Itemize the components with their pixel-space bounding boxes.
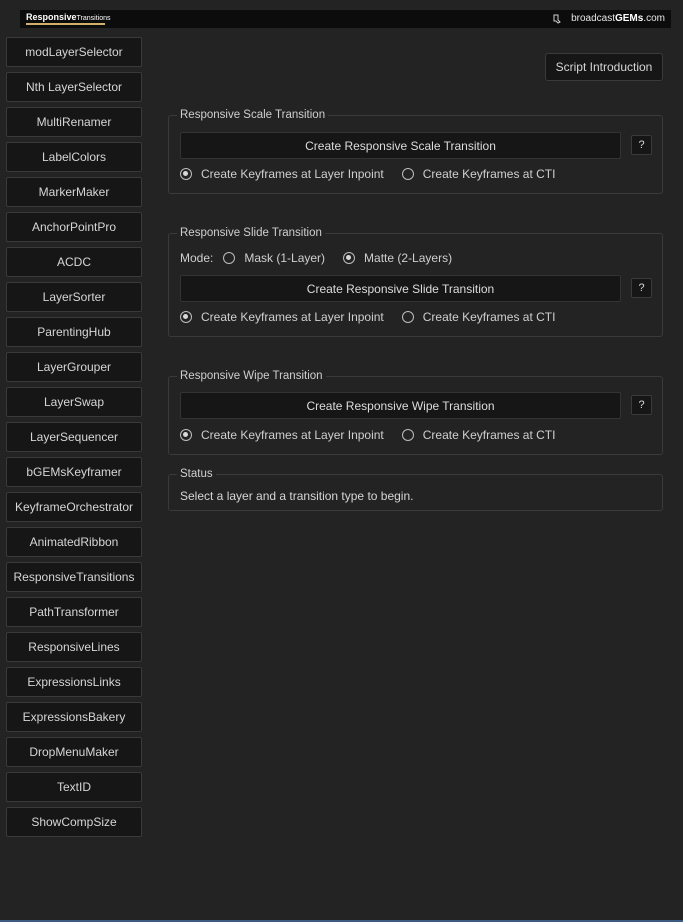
sidebar-button-nth-layerselector[interactable]: Nth LayerSelector xyxy=(6,72,142,102)
radio-label: Create Keyframes at CTI xyxy=(422,167,556,181)
sidebar-button-showcompsize[interactable]: ShowCompSize xyxy=(6,807,142,837)
radio-label: Create Keyframes at CTI xyxy=(422,310,556,324)
create-scale-transition-button[interactable]: Create Responsive Scale Transition xyxy=(180,132,621,159)
slide-inpoint-radio[interactable] xyxy=(180,311,192,323)
sidebar-button-expressionslinks[interactable]: ExpressionsLinks xyxy=(6,667,142,697)
radio-label: Mask (1-Layer) xyxy=(244,251,326,265)
sidebar-button-layersequencer[interactable]: LayerSequencer xyxy=(6,422,142,452)
sidebar-button-anchorpointpro[interactable]: AnchorPointPro xyxy=(6,212,142,242)
sidebar-button-modlayerselector[interactable]: modLayerSelector xyxy=(6,37,142,67)
mode-mask-radio[interactable] xyxy=(223,252,236,264)
sidebar-button-multirenamer[interactable]: MultiRenamer xyxy=(6,107,142,137)
slide-cti-radio[interactable] xyxy=(401,311,414,323)
wipe-cti-radio[interactable] xyxy=(401,429,414,441)
sidebar-button-responsivelines[interactable]: ResponsiveLines xyxy=(6,632,142,662)
sidebar-button-parentinghub[interactable]: ParentingHub xyxy=(6,317,142,347)
sidebar-button-bgemskeyframer[interactable]: bGEMsKeyframer xyxy=(6,457,142,487)
radio-label: Create Keyframes at Layer Inpoint xyxy=(201,310,384,324)
sidebar-button-acdc[interactable]: ACDC xyxy=(6,247,142,277)
sidebar-button-labelcolors[interactable]: LabelColors xyxy=(6,142,142,172)
create-wipe-transition-button[interactable]: Create Responsive Wipe Transition xyxy=(180,392,621,419)
wipe-keyframe-options: Create Keyframes at Layer Inpoint Create… xyxy=(180,428,573,442)
scale-cti-radio[interactable] xyxy=(401,168,414,180)
wipe-transition-panel: Responsive Wipe Transition Create Respon… xyxy=(168,369,663,455)
script-introduction-button[interactable]: Script Introduction xyxy=(545,53,663,81)
slide-transition-panel: Responsive Slide Transition Mode: Mask (… xyxy=(168,226,663,337)
sidebar-button-animatedribbon[interactable]: AnimatedRibbon xyxy=(6,527,142,557)
sidebar-button-expressionsbakery[interactable]: ExpressionsBakery xyxy=(6,702,142,732)
sidebar-button-textid[interactable]: TextID xyxy=(6,772,142,802)
mode-label: Mode: xyxy=(180,251,214,265)
panel-title: Responsive Slide Transition xyxy=(177,226,325,241)
panel-title: Responsive Scale Transition xyxy=(177,108,329,123)
scale-transition-panel: Responsive Scale Transition Create Respo… xyxy=(168,108,663,194)
sidebar-button-layergrouper[interactable]: LayerGrouper xyxy=(6,352,142,382)
gem-icon xyxy=(553,14,561,24)
status-panel: Status Select a layer and a transition t… xyxy=(168,467,663,511)
sidebar-button-pathtransformer[interactable]: PathTransformer xyxy=(6,597,142,627)
scale-keyframe-options: Create Keyframes at Layer Inpoint Create… xyxy=(180,167,573,181)
radio-label: Create Keyframes at Layer Inpoint xyxy=(201,428,384,442)
sidebar: modLayerSelector Nth LayerSelector MultiRe… xyxy=(6,37,142,842)
wipe-help-button[interactable]: ? xyxy=(631,395,652,415)
slide-help-button[interactable]: ? xyxy=(631,278,652,298)
radio-label: Create Keyframes at CTI xyxy=(422,428,556,442)
sidebar-button-keyframeorchestrator[interactable]: KeyframeOrchestrator xyxy=(6,492,142,522)
wipe-inpoint-radio[interactable] xyxy=(180,429,192,441)
slide-keyframe-options: Create Keyframes at Layer Inpoint Create… xyxy=(180,310,573,324)
mode-matte-radio[interactable] xyxy=(343,252,356,264)
sidebar-button-layersorter[interactable]: LayerSorter xyxy=(6,282,142,312)
header-bar: ResponsiveTransitions broadcast GEMs .com xyxy=(20,10,671,28)
radio-label: Matte (2-Layers) xyxy=(364,251,453,265)
sidebar-button-markermaker[interactable]: MarkerMaker xyxy=(6,177,142,207)
brand-link[interactable]: broadcast GEMs .com xyxy=(553,13,665,25)
panel-title: Responsive Wipe Transition xyxy=(177,369,326,384)
status-message: Select a layer and a transition type to … xyxy=(180,489,414,503)
sidebar-button-dropmenumaker[interactable]: DropMenuMaker xyxy=(6,737,142,767)
sidebar-button-responsivetransitions[interactable]: ResponsiveTransitions xyxy=(6,562,142,592)
scale-help-button[interactable]: ? xyxy=(631,135,652,155)
logo-underline xyxy=(26,23,105,25)
scale-inpoint-radio[interactable] xyxy=(180,168,192,180)
sidebar-button-layerswap[interactable]: LayerSwap xyxy=(6,387,142,417)
app-logo: ResponsiveTransitions xyxy=(26,12,111,23)
slide-mode-options: Mode: Mask (1-Layer) Matte (2-Layers) xyxy=(180,251,470,265)
panel-title: Status xyxy=(177,467,216,482)
radio-label: Create Keyframes at Layer Inpoint xyxy=(201,167,384,181)
create-slide-transition-button[interactable]: Create Responsive Slide Transition xyxy=(180,275,621,302)
